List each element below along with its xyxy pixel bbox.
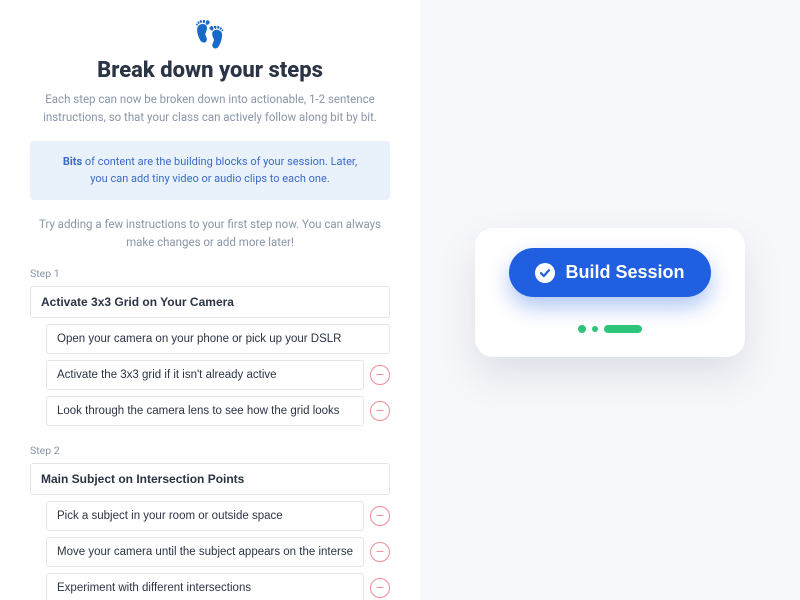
instruction-row: −: [30, 537, 390, 567]
instruction-input[interactable]: [46, 537, 364, 567]
minus-icon: −: [376, 403, 384, 417]
remove-instruction-button[interactable]: −: [370, 542, 390, 562]
remove-instruction-button[interactable]: −: [370, 401, 390, 421]
instruction-input[interactable]: [46, 360, 364, 390]
progress-bar: [604, 325, 642, 333]
instruction-row: −: [30, 360, 390, 390]
progress-dot: [592, 326, 598, 332]
step-block-2: Step 2 − − − −: [30, 444, 390, 600]
minus-icon: −: [376, 580, 384, 594]
tip-text: of content are the building blocks of yo…: [82, 155, 357, 186]
minus-icon: −: [376, 508, 384, 522]
step-label: Step 2: [30, 444, 390, 457]
progress-indicator: [495, 325, 725, 333]
build-session-label: Build Session: [565, 262, 684, 283]
remove-instruction-button[interactable]: −: [370, 578, 390, 598]
instruction-row: −: [30, 573, 390, 600]
build-session-button[interactable]: Build Session: [509, 248, 710, 297]
right-panel: Build Session: [420, 0, 800, 600]
page-title: Break down your steps: [30, 58, 390, 83]
hint-text: Try adding a few instructions to your fi…: [30, 216, 390, 252]
step-title-input[interactable]: [30, 463, 390, 495]
minus-icon: −: [376, 544, 384, 558]
remove-instruction-button[interactable]: −: [370, 506, 390, 526]
instruction-input[interactable]: [46, 501, 364, 531]
instruction-input[interactable]: [46, 573, 364, 600]
minus-icon: −: [376, 367, 384, 381]
build-session-card: Build Session: [475, 228, 745, 357]
step-block-1: Step 1 − −: [30, 267, 390, 426]
check-circle-icon: [535, 263, 555, 283]
instruction-row: −: [30, 501, 390, 531]
remove-instruction-button[interactable]: −: [370, 365, 390, 385]
page-subtitle: Each step can now be broken down into ac…: [30, 91, 390, 127]
instruction-row: −: [30, 396, 390, 426]
tip-bold: Bits: [63, 155, 82, 168]
footprints-icon: 👣: [30, 20, 390, 50]
tip-callout: Bits of content are the building blocks …: [30, 141, 390, 200]
instruction-input[interactable]: [46, 396, 364, 426]
progress-dot: [578, 325, 586, 333]
step-label: Step 1: [30, 267, 390, 280]
left-panel: 👣 Break down your steps Each step can no…: [0, 0, 420, 600]
step-title-input[interactable]: [30, 286, 390, 318]
instruction-input[interactable]: [46, 324, 390, 354]
instruction-row: [30, 324, 390, 354]
